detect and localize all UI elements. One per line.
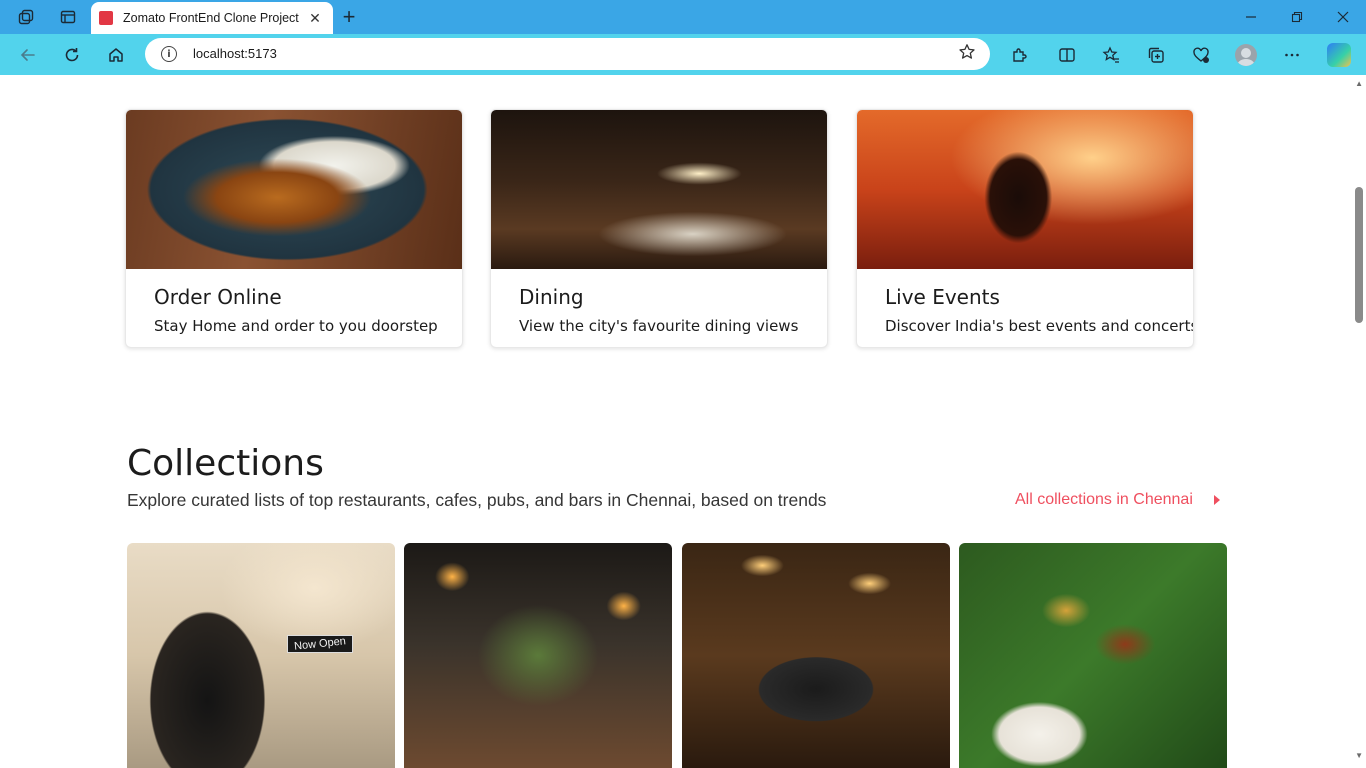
card-title: Order Online	[154, 285, 282, 309]
card-subtitle: Discover India's best events and concert…	[885, 317, 1194, 335]
close-icon[interactable]	[1320, 0, 1366, 34]
card-subtitle: View the city's favourite dining views	[519, 317, 799, 335]
tab-close-icon[interactable]: ✕	[305, 8, 325, 28]
favorite-star-icon[interactable]	[958, 43, 976, 66]
refresh-icon[interactable]	[55, 38, 89, 72]
collection-card[interactable]	[404, 543, 672, 768]
info-icon[interactable]: i	[161, 46, 177, 62]
minimize-icon[interactable]	[1228, 0, 1274, 34]
collections-title: Collections	[127, 443, 324, 484]
maximize-icon[interactable]	[1274, 0, 1320, 34]
browser-titlebar: Zomato FrontEnd Clone Project ✕ +	[0, 0, 1366, 34]
workspaces-icon[interactable]	[8, 0, 44, 34]
all-collections-link[interactable]: All collections in Chennai	[1015, 491, 1193, 509]
card-order-online[interactable]: Order Online Stay Home and order to you …	[125, 109, 463, 348]
card-subtitle: Stay Home and order to you doorstep	[154, 317, 438, 335]
address-url[interactable]: localhost:5173	[193, 46, 277, 61]
favorites-icon[interactable]	[1094, 38, 1128, 72]
card-image-restaurant-interior	[491, 110, 827, 269]
back-icon[interactable]	[11, 38, 45, 72]
card-image-concert	[857, 110, 1193, 269]
scrollbar-thumb[interactable]	[1355, 187, 1363, 323]
browser-toolbar: i localhost:5173	[0, 34, 1366, 75]
now-open-sign: Now Open	[287, 635, 353, 653]
card-image-food-plate	[126, 110, 462, 269]
collection-card[interactable]	[682, 543, 950, 768]
browser-tab-active[interactable]: Zomato FrontEnd Clone Project ✕	[91, 2, 333, 34]
performance-icon[interactable]	[1184, 38, 1218, 72]
address-bar[interactable]: i localhost:5173	[145, 38, 990, 70]
collections-subtitle: Explore curated lists of top restaurants…	[127, 490, 827, 510]
collections-icon[interactable]	[1139, 38, 1173, 72]
collection-card[interactable]	[959, 543, 1227, 768]
zomato-favicon-icon	[99, 11, 113, 25]
card-title: Dining	[519, 285, 584, 309]
home-icon[interactable]	[99, 38, 133, 72]
page-scrollbar[interactable]	[1352, 75, 1366, 768]
split-screen-icon[interactable]	[1050, 38, 1084, 72]
scroll-up-arrow-icon[interactable]: ▲	[1355, 79, 1363, 88]
tab-actions-icon[interactable]	[50, 0, 86, 34]
scroll-down-arrow-icon[interactable]: ▼	[1355, 751, 1363, 760]
tab-title: Zomato FrontEnd Clone Project	[123, 11, 299, 25]
copilot-icon[interactable]	[1322, 38, 1356, 72]
card-live-events[interactable]: Live Events Discover India's best events…	[856, 109, 1194, 348]
collection-card[interactable]: Now Open	[127, 543, 395, 768]
profile-avatar-icon[interactable]	[1229, 38, 1263, 72]
card-title: Live Events	[885, 285, 1000, 309]
new-tab-button[interactable]: +	[336, 2, 362, 32]
more-icon[interactable]	[1275, 38, 1309, 72]
card-dining[interactable]: Dining View the city's favourite dining …	[490, 109, 828, 348]
caret-right-icon[interactable]	[1212, 492, 1222, 508]
extensions-icon[interactable]	[1002, 38, 1036, 72]
